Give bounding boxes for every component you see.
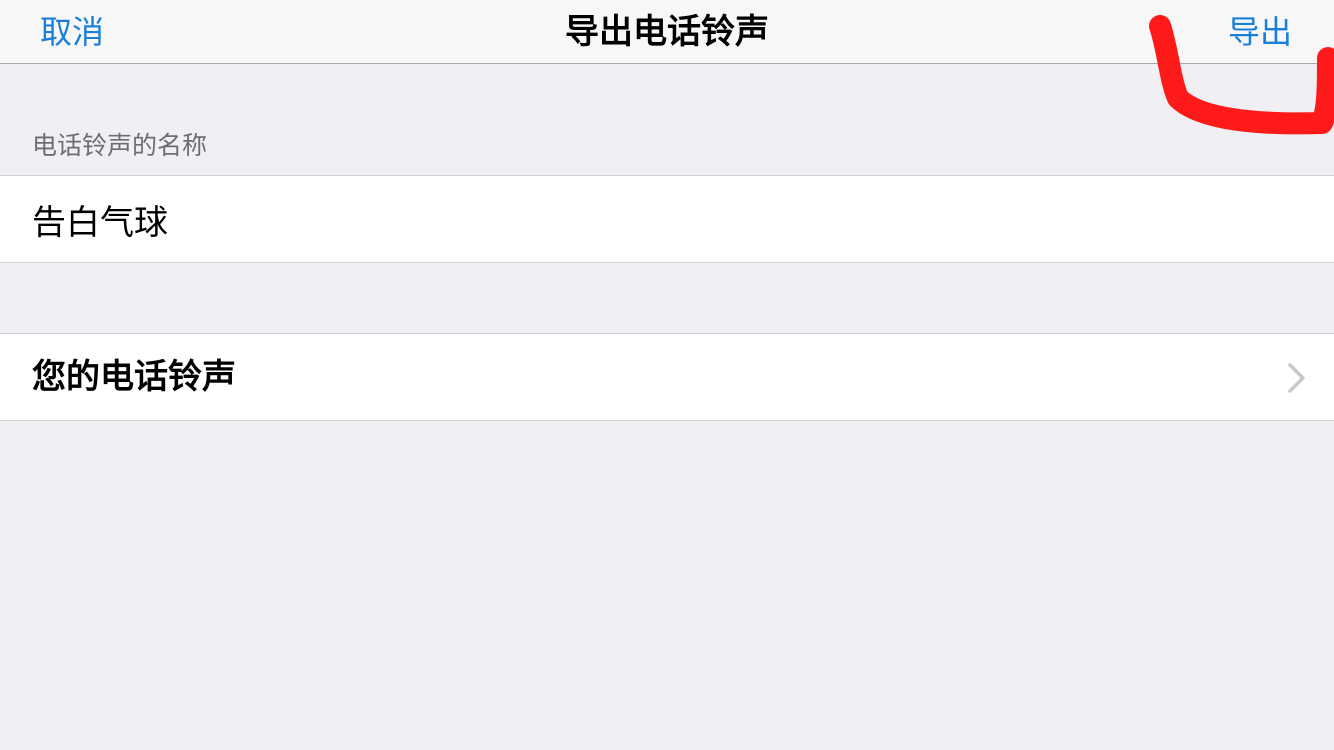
navigation-bar: 取消 导出电话铃声 导出 <box>0 0 1334 64</box>
your-ringtones-row[interactable]: 您的电话铃声 <box>0 333 1334 421</box>
cancel-button[interactable]: 取消 <box>40 10 104 54</box>
export-button[interactable]: 导出 <box>1228 10 1292 54</box>
ringtone-name-input[interactable] <box>32 196 1292 242</box>
ringtone-name-cell <box>0 175 1334 263</box>
section-header-ringtone-name: 电话铃声的名称 <box>32 131 208 160</box>
chevron-right-icon <box>1288 363 1305 393</box>
page-title: 导出电话铃声 <box>565 12 769 52</box>
your-ringtones-label: 您的电话铃声 <box>32 357 236 397</box>
